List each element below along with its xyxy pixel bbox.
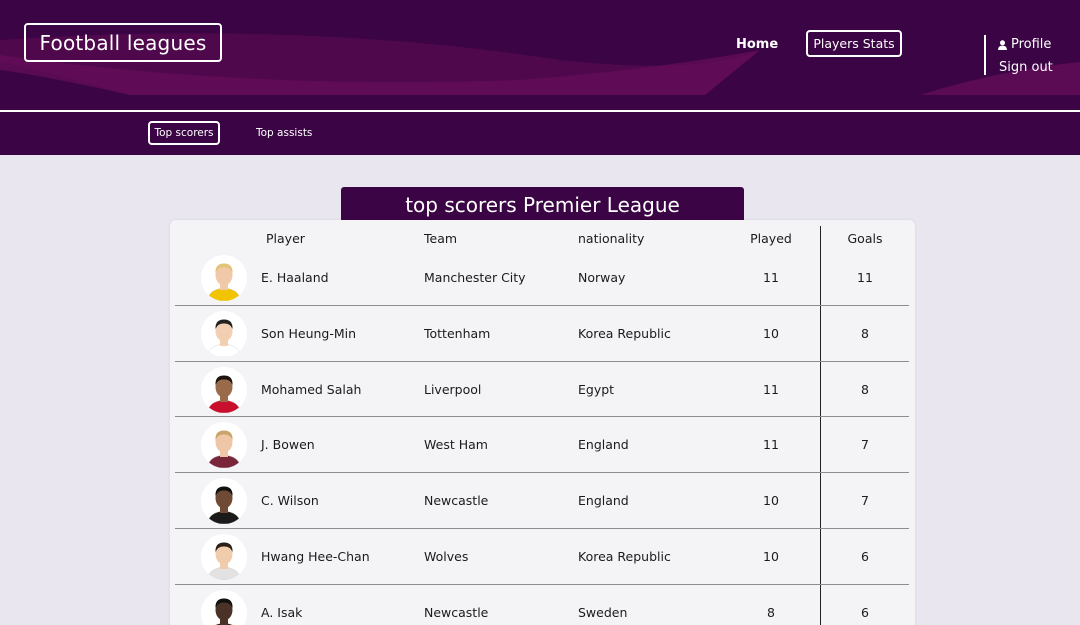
player-played: 10 <box>763 493 779 509</box>
player-played: 11 <box>763 381 779 397</box>
player-name: Mohamed Salah <box>261 381 362 397</box>
scorers-table: Player Team nationality Played Goals E. … <box>170 220 915 625</box>
player-goals: 8 <box>861 325 869 341</box>
player-goals: 6 <box>861 604 869 620</box>
player-goals: 7 <box>861 437 869 453</box>
header-nationality: nationality <box>578 231 645 246</box>
table-row[interactable]: C. Wilson Newcastle England 10 7 <box>170 473 915 529</box>
table-row[interactable]: A. Isak Newcastle Sweden 8 6 <box>170 585 915 625</box>
player-name: Son Heung-Min <box>261 325 357 341</box>
player-nationality: England <box>578 493 629 509</box>
tab-top-scorers[interactable]: Top scorers <box>148 121 220 145</box>
player-played: 8 <box>767 604 775 620</box>
player-name: Hwang Hee-Chan <box>261 548 370 564</box>
player-team: Wolves <box>424 548 469 564</box>
site-logo[interactable]: Football leagues <box>24 23 222 62</box>
player-played: 10 <box>763 548 779 564</box>
player-name: J. Bowen <box>261 437 315 453</box>
header-goals: Goals <box>847 231 883 246</box>
player-goals: 11 <box>857 270 873 285</box>
player-team: West Ham <box>424 437 488 453</box>
player-goals: 7 <box>861 493 869 509</box>
player-portrait <box>206 319 242 357</box>
table-row[interactable]: E. Haaland Manchester City Norway 11 11 <box>170 250 915 306</box>
player-portrait <box>206 430 242 469</box>
header-team: Team <box>424 231 458 246</box>
player-goals: 6 <box>861 548 869 564</box>
player-team: Newcastle <box>424 493 489 509</box>
player-avatar <box>201 310 247 357</box>
table-row[interactable]: Hwang Hee-Chan Wolves Korea Republic 10 … <box>170 529 915 585</box>
table-row[interactable]: Mohamed Salah Liverpool Egypt 11 8 <box>170 362 915 418</box>
player-portrait <box>206 263 242 301</box>
player-avatar <box>201 422 247 469</box>
player-played: 10 <box>763 325 779 341</box>
nav-profile-link[interactable]: Profile <box>998 36 1051 53</box>
player-name: E. Haaland <box>261 270 329 285</box>
player-avatar <box>201 366 247 413</box>
player-avatar <box>201 589 247 625</box>
player-nationality: Sweden <box>578 604 628 620</box>
top-header: Football leagues Home Players Stats Prof… <box>0 0 1080 110</box>
nav-signout-link[interactable]: Sign out <box>999 59 1053 76</box>
player-avatar <box>201 533 247 580</box>
player-team: Manchester City <box>424 270 526 285</box>
header-player: Player <box>266 231 305 246</box>
nav-profile-label: Profile <box>1011 37 1052 52</box>
player-nationality: England <box>578 437 629 453</box>
nav-divider <box>984 35 986 75</box>
sub-navigation: Top scorers Top assists <box>0 110 1080 155</box>
player-team: Liverpool <box>424 381 482 397</box>
table-body: E. Haaland Manchester City Norway 11 11 … <box>170 250 915 625</box>
player-portrait <box>206 486 242 525</box>
player-name: C. Wilson <box>261 493 319 509</box>
tab-top-assists[interactable]: Top assists <box>250 121 318 145</box>
player-team: Newcastle <box>424 604 489 620</box>
player-nationality: Korea Republic <box>578 325 671 341</box>
nav-home-link[interactable]: Home <box>728 31 786 58</box>
player-portrait <box>214 598 234 625</box>
player-team: Tottenham <box>424 325 491 341</box>
player-played: 11 <box>763 270 779 285</box>
player-name: A. Isak <box>261 604 303 620</box>
player-nationality: Korea Republic <box>578 548 671 564</box>
player-goals: 8 <box>861 381 869 397</box>
player-portrait <box>206 542 242 580</box>
table-row[interactable]: Son Heung-Min Tottenham Korea Republic 1… <box>170 306 915 362</box>
player-nationality: Norway <box>578 270 626 285</box>
table-row[interactable]: J. Bowen West Ham England 11 7 <box>170 417 915 474</box>
header-played: Played <box>750 231 792 246</box>
table-title: top scorers Premier League <box>341 187 744 222</box>
user-icon <box>998 39 1007 50</box>
player-played: 11 <box>763 437 779 453</box>
player-avatar <box>201 255 247 301</box>
player-avatar <box>201 478 247 525</box>
player-nationality: Egypt <box>578 381 615 397</box>
nav-players-stats-link[interactable]: Players Stats <box>806 30 902 57</box>
player-portrait <box>206 375 242 413</box>
